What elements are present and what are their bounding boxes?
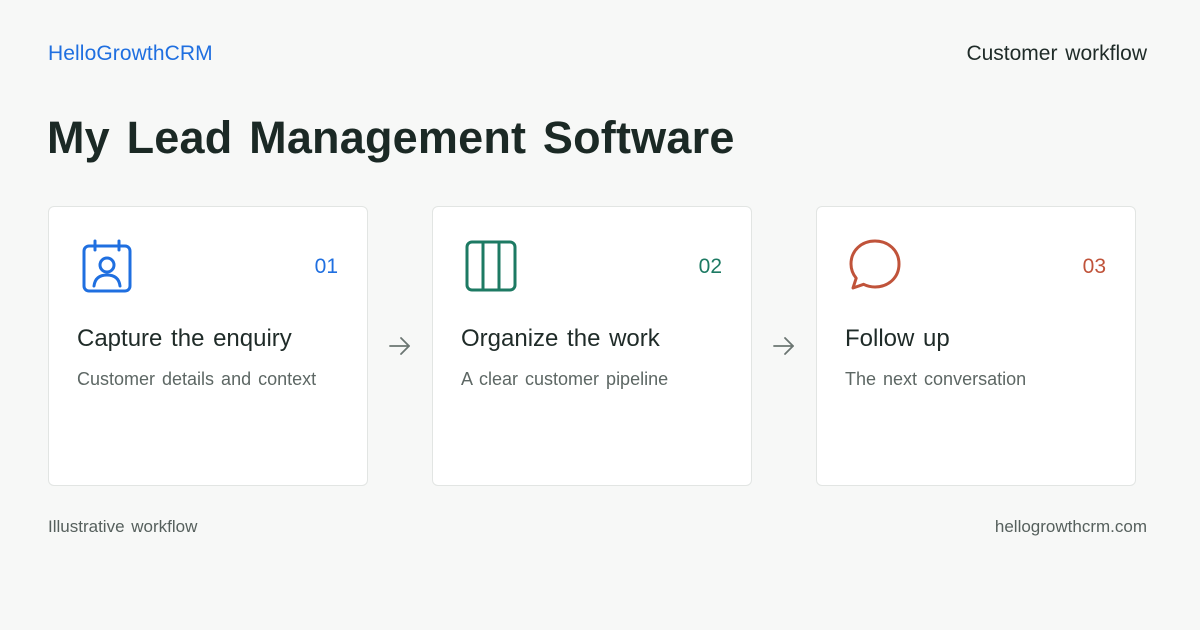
pipeline-columns-icon: [463, 237, 519, 295]
step-description: The next conversation: [845, 369, 1027, 389]
step-number: 02: [698, 255, 722, 278]
step-number: 01: [314, 255, 338, 278]
header-label: Customer workflow: [966, 42, 1147, 65]
step-title: Follow up: [845, 325, 950, 352]
arrow-right-icon: [771, 333, 797, 359]
chat-bubble-icon: [847, 237, 903, 295]
step-card-follow-up: 03 Follow up The next conversation: [816, 206, 1136, 486]
step-description: A clear customer pipeline: [461, 369, 669, 389]
contact-card-icon: [79, 237, 135, 295]
step-title: Capture the enquiry: [77, 325, 292, 352]
footer-url-link[interactable]: hellogrowthcrm.com: [995, 517, 1147, 537]
footer-note: Illustrative workflow: [48, 517, 198, 536]
page-title: My Lead Management Software: [47, 112, 735, 163]
brand-logo-text[interactable]: HelloGrowthCRM: [48, 42, 213, 66]
step-title: Organize the work: [461, 325, 660, 352]
step-number: 03: [1082, 255, 1106, 278]
step-card-capture: 01 Capture the enquiry Customer details …: [48, 206, 368, 486]
step-card-organize: 02 Organize the work A clear customer pi…: [432, 206, 752, 486]
arrow-right-icon: [387, 333, 413, 359]
step-description: Customer details and context: [77, 369, 317, 389]
